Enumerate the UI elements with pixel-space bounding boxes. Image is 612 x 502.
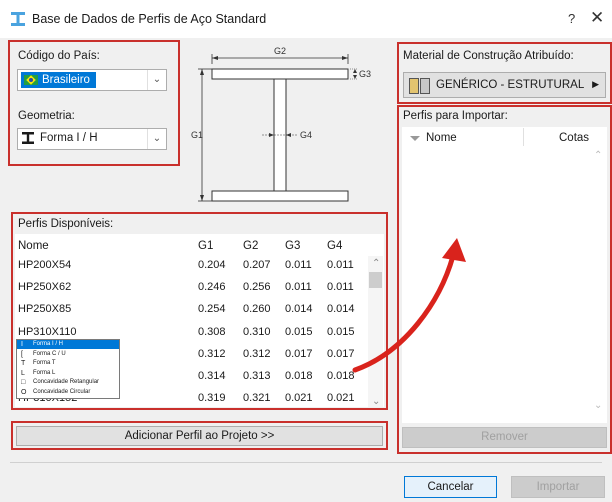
cancel-button[interactable]: Cancelar	[404, 476, 497, 498]
geometry-option-label: Forma L	[33, 369, 56, 376]
material-value: GENÉRICO - ESTRUTURAL	[436, 79, 585, 91]
cell-g3[interactable]: 0.011	[285, 259, 312, 271]
sort-down-icon[interactable]	[410, 136, 420, 141]
cell-g2[interactable]: 0.207	[243, 259, 271, 271]
geometry-option-icon: □	[21, 379, 26, 387]
profile-icon	[11, 12, 25, 26]
profile-diagram: G2 G1 G3 G4	[191, 46, 371, 202]
cell-name[interactable]: HP200X54	[18, 259, 71, 271]
cell-name[interactable]: HP310X110	[18, 326, 77, 338]
add-profile-button[interactable]: Adicionar Perfil ao Projeto >>	[16, 426, 383, 446]
cell-g3[interactable]: 0.014	[285, 303, 313, 315]
g3-label: G3	[359, 69, 371, 79]
geometry-option-label: Forma C / U	[33, 350, 66, 357]
column-header-g1[interactable]: G1	[198, 240, 213, 252]
country-label: Código do País:	[18, 50, 100, 62]
material-label: Material de Construção Atribuído:	[403, 50, 574, 62]
cell-g3[interactable]: 0.011	[285, 281, 312, 293]
arrow-icon	[352, 238, 466, 373]
remove-button[interactable]: Remover	[402, 427, 607, 448]
country-selected: Brasileiro	[21, 72, 96, 88]
g2-label: G2	[274, 46, 286, 56]
cell-g1[interactable]: 0.246	[198, 281, 226, 293]
geometry-option-icon: O	[21, 389, 27, 396]
cell-g1[interactable]: 0.312	[198, 348, 226, 360]
column-header-g3[interactable]: G3	[285, 240, 300, 252]
geometry-option[interactable]: O Concavidade Circular	[17, 388, 119, 397]
cell-g3[interactable]: 0.018	[285, 370, 313, 382]
column-header-g4[interactable]: G4	[327, 240, 342, 252]
scroll-down-icon[interactable]: ⌄	[594, 400, 602, 411]
geometry-option-label: Forma I / H	[33, 341, 64, 347]
cell-g2[interactable]: 0.321	[243, 392, 271, 404]
close-icon[interactable]: ✕	[590, 8, 604, 28]
cell-g3[interactable]: 0.017	[285, 348, 313, 360]
geometry-value: Forma I / H	[40, 132, 98, 144]
column-header-import-name[interactable]: Nome	[426, 132, 457, 144]
material-swatch-icon	[409, 78, 419, 94]
material-selector[interactable]: GENÉRICO - ESTRUTURAL ▶	[403, 72, 606, 98]
geometry-label: Geometria:	[18, 110, 75, 122]
geometry-option[interactable]: T Forma T	[17, 359, 119, 368]
geometry-select[interactable]: Forma I / H ⌄	[17, 128, 167, 150]
cell-g3[interactable]: 0.021	[285, 392, 313, 404]
cell-g1[interactable]: 0.254	[198, 303, 226, 315]
country-value: Brasileiro	[42, 74, 90, 86]
help-button[interactable]: ?	[568, 11, 575, 26]
cell-g2[interactable]: 0.256	[243, 281, 271, 293]
import-button[interactable]: Importar	[511, 476, 605, 498]
cell-g4[interactable]: 0.021	[327, 392, 355, 404]
cell-g2[interactable]: 0.260	[243, 303, 271, 315]
cell-name[interactable]: HP250X85	[18, 303, 71, 315]
import-label: Perfis para Importar:	[403, 110, 508, 122]
geometry-option-label: Concavidade Retangular	[33, 379, 100, 386]
geometry-option[interactable]: L Forma L	[17, 369, 119, 378]
column-header-g2[interactable]: G2	[243, 240, 258, 252]
chevron-down-icon[interactable]: ⌄	[147, 70, 166, 90]
column-divider	[523, 128, 524, 146]
divider	[10, 462, 602, 463]
geometry-selected: Forma I / H	[22, 132, 98, 144]
geometry-option-label: Forma T	[33, 360, 56, 367]
geometry-option-icon: I	[21, 341, 23, 348]
country-select[interactable]: Brasileiro ⌄	[17, 69, 167, 91]
geometry-option-icon: L	[21, 369, 25, 377]
column-header-name[interactable]: Nome	[18, 240, 49, 252]
cell-g3[interactable]: 0.015	[285, 326, 313, 338]
geometry-option[interactable]: □ Concavidade Retangular	[17, 378, 119, 387]
i-beam-icon	[22, 132, 34, 144]
triangle-right-icon: ▶	[592, 79, 599, 89]
g4-label: G4	[300, 130, 312, 140]
material-swatch-icon-2	[420, 78, 430, 94]
geometry-option[interactable]: [ Forma C / U	[17, 350, 119, 359]
column-header-cotas[interactable]: Cotas	[559, 132, 589, 144]
cell-g1[interactable]: 0.204	[198, 259, 226, 271]
cell-g2[interactable]: 0.310	[243, 326, 271, 338]
brazil-flag-icon	[24, 75, 38, 85]
cell-g2[interactable]: 0.313	[243, 370, 271, 382]
cell-g1[interactable]: 0.314	[198, 370, 226, 382]
scroll-down-icon[interactable]: ⌄	[372, 396, 380, 407]
cell-g1[interactable]: 0.308	[198, 326, 226, 338]
geometry-option-label: Concavidade Circular	[33, 389, 91, 395]
geometry-option-icon: [	[21, 350, 23, 358]
geometry-option[interactable]: I Forma I / H	[17, 340, 119, 349]
cell-name[interactable]: HP250X62	[18, 281, 71, 293]
cell-g2[interactable]: 0.312	[243, 348, 271, 360]
g1-label: G1	[191, 130, 203, 140]
geometry-option-icon: T	[21, 360, 26, 368]
window-title: Base de Dados de Perfis de Aço Standard	[32, 12, 267, 26]
scroll-up-icon[interactable]: ⌃	[594, 150, 602, 161]
chevron-down-icon[interactable]: ⌄	[147, 129, 166, 149]
available-label: Perfis Disponíveis:	[18, 218, 114, 230]
cell-g1[interactable]: 0.319	[198, 392, 226, 404]
